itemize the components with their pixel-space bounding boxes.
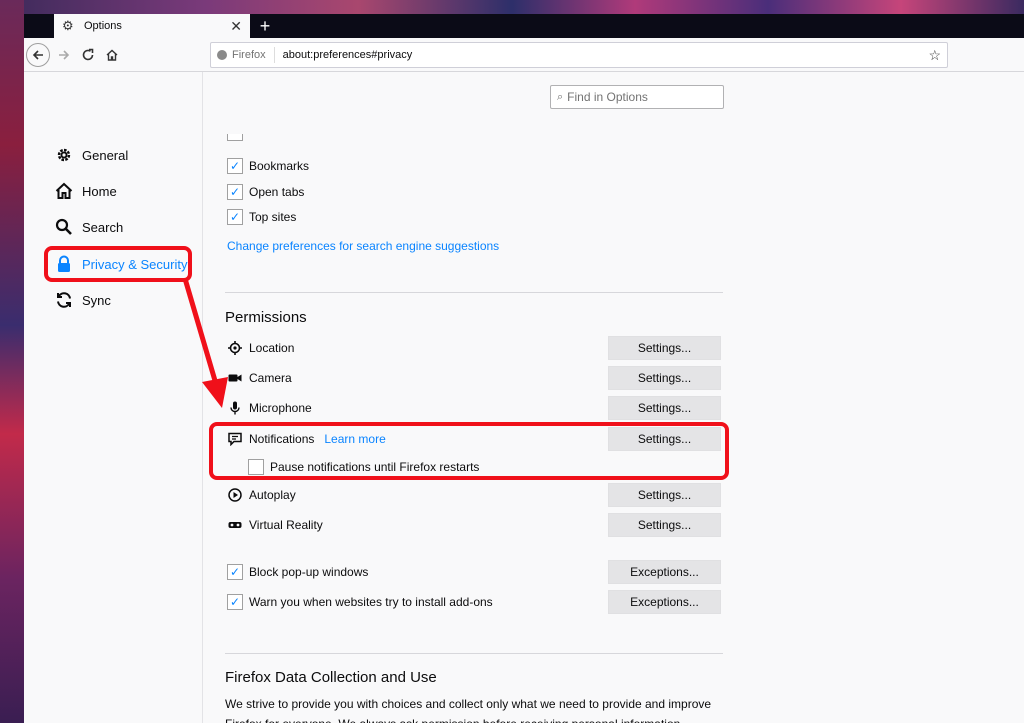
autoplay-settings-button[interactable]: Settings...: [608, 483, 721, 507]
top-sites-option[interactable]: ✓ Top sites: [227, 208, 296, 226]
option-label: Warn you when websites try to install ad…: [249, 595, 493, 609]
sidebar-item-home[interactable]: Home: [54, 178, 117, 204]
sidebar-item-sync[interactable]: Sync: [54, 287, 111, 313]
change-suggestions-link[interactable]: Change preferences for search engine sug…: [227, 239, 499, 253]
permission-camera: Camera: [227, 366, 292, 390]
permission-label: Autoplay: [249, 488, 296, 502]
firefox-icon: [217, 50, 227, 60]
checkbox-checked[interactable]: ✓: [227, 158, 243, 174]
list-item-cut-off: [227, 134, 249, 142]
permissions-heading: Permissions: [225, 309, 307, 326]
autoplay-icon: [227, 487, 243, 503]
home-button[interactable]: [100, 43, 124, 67]
data-collection-heading: Firefox Data Collection and Use: [225, 669, 437, 686]
back-button[interactable]: [26, 43, 50, 67]
popup-exceptions-button[interactable]: Exceptions...: [608, 560, 721, 584]
new-tab-button[interactable]: +: [254, 15, 276, 37]
block-popups-option[interactable]: ✓ Block pop-up windows: [227, 563, 368, 581]
option-label: Bookmarks: [249, 159, 310, 173]
preferences-sidebar: General Home Search Privacy & Security S…: [24, 72, 202, 723]
camera-icon: [227, 370, 243, 386]
sidebar-item-search[interactable]: Search: [54, 214, 123, 240]
data-collection-text-1: We strive to provide you with choices an…: [225, 697, 712, 711]
url-identity-label: Firefox: [232, 49, 266, 61]
find-placeholder: Find in Options: [567, 90, 648, 104]
permission-label: Location: [249, 341, 295, 355]
home-icon: [54, 181, 74, 201]
checkbox-checked[interactable]: ✓: [227, 209, 243, 225]
microphone-icon: [227, 400, 243, 416]
preferences-content: General Home Search Privacy & Security S…: [24, 72, 1024, 723]
desktop-background-left: [0, 0, 24, 723]
addons-exceptions-button[interactable]: Exceptions...: [608, 590, 721, 614]
microphone-settings-button[interactable]: Settings...: [608, 396, 721, 420]
permission-label: Microphone: [249, 401, 312, 415]
find-in-options-input[interactable]: ⌕ Find in Options: [550, 85, 724, 109]
checkbox[interactable]: [227, 134, 243, 141]
checkbox-checked[interactable]: ✓: [227, 184, 243, 200]
permission-label: Virtual Reality: [249, 518, 323, 532]
vr-icon: [227, 517, 243, 533]
location-settings-button[interactable]: Settings...: [608, 336, 721, 360]
data-collection-text-2: Firefox for everyone. We always ask perm…: [225, 714, 725, 723]
sidebar-item-general[interactable]: General: [54, 142, 128, 168]
desktop-background-top: [0, 0, 1024, 14]
nav-bar: Firefox about:preferences#privacy ☆: [24, 38, 1024, 72]
gear-icon: ⚙: [62, 18, 74, 33]
sidebar-divider: [202, 72, 203, 723]
search-icon: [54, 217, 74, 237]
permission-virtual-reality: Virtual Reality: [227, 513, 323, 537]
permission-location: Location: [227, 336, 294, 360]
permission-label: Camera: [249, 371, 292, 385]
bookmark-star-icon[interactable]: ☆: [928, 47, 941, 64]
warn-addons-option[interactable]: ✓ Warn you when websites try to install …: [227, 593, 493, 611]
checkbox-checked[interactable]: ✓: [227, 594, 243, 610]
tab-bar: ⚙ Options ✕ +: [24, 14, 1024, 38]
forward-arrow-icon: [59, 50, 70, 60]
section-divider: [225, 292, 723, 293]
open-tabs-option[interactable]: ✓ Open tabs: [227, 183, 304, 201]
reload-icon: [82, 48, 94, 61]
search-icon: ⌕: [557, 90, 564, 103]
url-identity: Firefox: [217, 47, 275, 63]
sidebar-item-label: Sync: [82, 292, 111, 308]
sidebar-item-label: Search: [82, 219, 124, 235]
bookmarks-option[interactable]: ✓ Bookmarks: [227, 157, 309, 175]
permission-microphone: Microphone: [227, 396, 312, 420]
location-icon: [227, 340, 243, 356]
back-arrow-icon: [32, 50, 43, 60]
option-label: Top sites: [249, 210, 297, 224]
sidebar-item-label: Home: [82, 183, 117, 199]
checkbox-checked[interactable]: ✓: [227, 564, 243, 580]
sync-icon: [54, 290, 74, 310]
sidebar-item-label: General: [82, 147, 129, 163]
gear-icon: [54, 145, 74, 165]
close-icon[interactable]: ✕: [230, 18, 242, 35]
option-label: Open tabs: [249, 185, 305, 199]
camera-settings-button[interactable]: Settings...: [608, 366, 721, 390]
tab-options[interactable]: ⚙ Options ✕: [54, 14, 250, 38]
url-bar[interactable]: Firefox about:preferences#privacy ☆: [210, 42, 948, 68]
reload-button[interactable]: [76, 43, 100, 67]
vr-settings-button[interactable]: Settings...: [608, 513, 721, 537]
annotation-highlight-notifications: [209, 422, 729, 480]
tab-title: Options: [84, 20, 122, 32]
section-divider: [225, 653, 723, 654]
home-icon: [106, 49, 118, 61]
browser-window: ⚙ Options ✕ + Firefox about:preferences#…: [24, 14, 1024, 723]
permission-autoplay: Autoplay: [227, 483, 296, 507]
option-label: Block pop-up windows: [249, 565, 369, 579]
url-text[interactable]: about:preferences#privacy: [283, 49, 929, 61]
forward-button[interactable]: [52, 43, 76, 67]
annotation-highlight-privacy: [44, 246, 192, 282]
